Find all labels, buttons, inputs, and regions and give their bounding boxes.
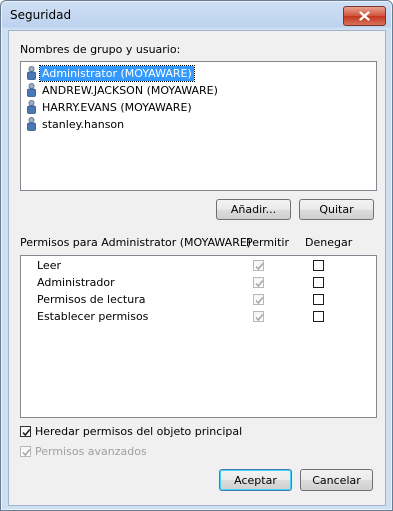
check-icon — [255, 313, 264, 322]
permissions-title: Permisos para Administrator (MOYAWARE) — [20, 236, 252, 249]
user-name: ANDREW.JACKSON (MOYAWARE) — [42, 83, 218, 97]
users-label: Nombres de grupo y usuario: — [20, 43, 181, 56]
allow-checkbox[interactable] — [253, 260, 264, 271]
check-icon — [255, 279, 264, 288]
user-name: Administrator (MOYAWARE) — [39, 64, 195, 82]
permission-row-administrador: Administrador — [37, 275, 367, 292]
permission-row-leer: Leer — [37, 258, 367, 275]
check-icon — [22, 428, 31, 437]
close-button[interactable] — [343, 6, 386, 26]
close-icon — [359, 11, 370, 21]
permission-row-permisos-de-lectura: Permisos de lectura — [37, 292, 367, 309]
deny-checkbox[interactable] — [313, 277, 324, 288]
deny-checkbox[interactable] — [313, 311, 324, 322]
permission-row-establecer-permisos: Establecer permisos — [37, 309, 367, 326]
check-icon — [255, 262, 264, 271]
ok-button[interactable]: Aceptar — [219, 469, 292, 491]
inherit-checkbox[interactable] — [20, 426, 31, 437]
advanced-label: Permisos avanzados — [35, 445, 147, 458]
window-title: Seguridad — [10, 8, 72, 22]
permission-name: Establecer permisos — [37, 310, 149, 323]
permission-name: Leer — [37, 259, 61, 272]
add-button[interactable]: Añadir... — [216, 199, 291, 220]
inherit-label: Heredar permisos del objeto principal — [35, 425, 243, 438]
user-item-harry-evans[interactable]: HARRY.EVANS (MOYAWARE) — [27, 99, 194, 115]
allow-column-header: Permitir — [246, 236, 290, 249]
check-icon — [255, 296, 264, 305]
advanced-checkbox[interactable] — [20, 446, 31, 457]
dialog-body: Nombres de grupo y usuario: Administrato… — [8, 30, 386, 506]
users-listbox[interactable]: Administrator (MOYAWARE) ANDREW.JACKSON … — [20, 61, 377, 191]
check-icon — [22, 448, 31, 457]
user-icon — [27, 117, 36, 131]
user-item-andrew-jackson[interactable]: ANDREW.JACKSON (MOYAWARE) — [27, 82, 220, 98]
user-name: stanley.hanson — [42, 117, 125, 131]
permission-name: Administrador — [37, 276, 115, 289]
title-bar[interactable]: Seguridad — [1, 1, 392, 29]
remove-button[interactable]: Quitar — [299, 199, 374, 220]
permission-name: Permisos de lectura — [37, 293, 146, 306]
user-icon — [27, 66, 36, 80]
deny-checkbox[interactable] — [313, 294, 324, 305]
user-item-stanley-hanson[interactable]: stanley.hanson — [27, 116, 126, 132]
deny-column-header: Denegar — [305, 236, 353, 249]
user-icon — [27, 100, 36, 114]
user-icon — [27, 83, 36, 97]
deny-checkbox[interactable] — [313, 260, 324, 271]
user-name: HARRY.EVANS (MOYAWARE) — [42, 100, 192, 114]
cancel-button[interactable]: Cancelar — [300, 469, 373, 491]
allow-checkbox[interactable] — [253, 277, 264, 288]
permissions-listbox: Leer Administrador Permisos de lectura E… — [20, 255, 377, 418]
allow-checkbox[interactable] — [253, 294, 264, 305]
allow-checkbox[interactable] — [253, 311, 264, 322]
user-item-administrator[interactable]: Administrator (MOYAWARE) — [27, 64, 195, 82]
security-dialog: Seguridad Nombres de grupo y usuario: Ad… — [0, 0, 393, 511]
